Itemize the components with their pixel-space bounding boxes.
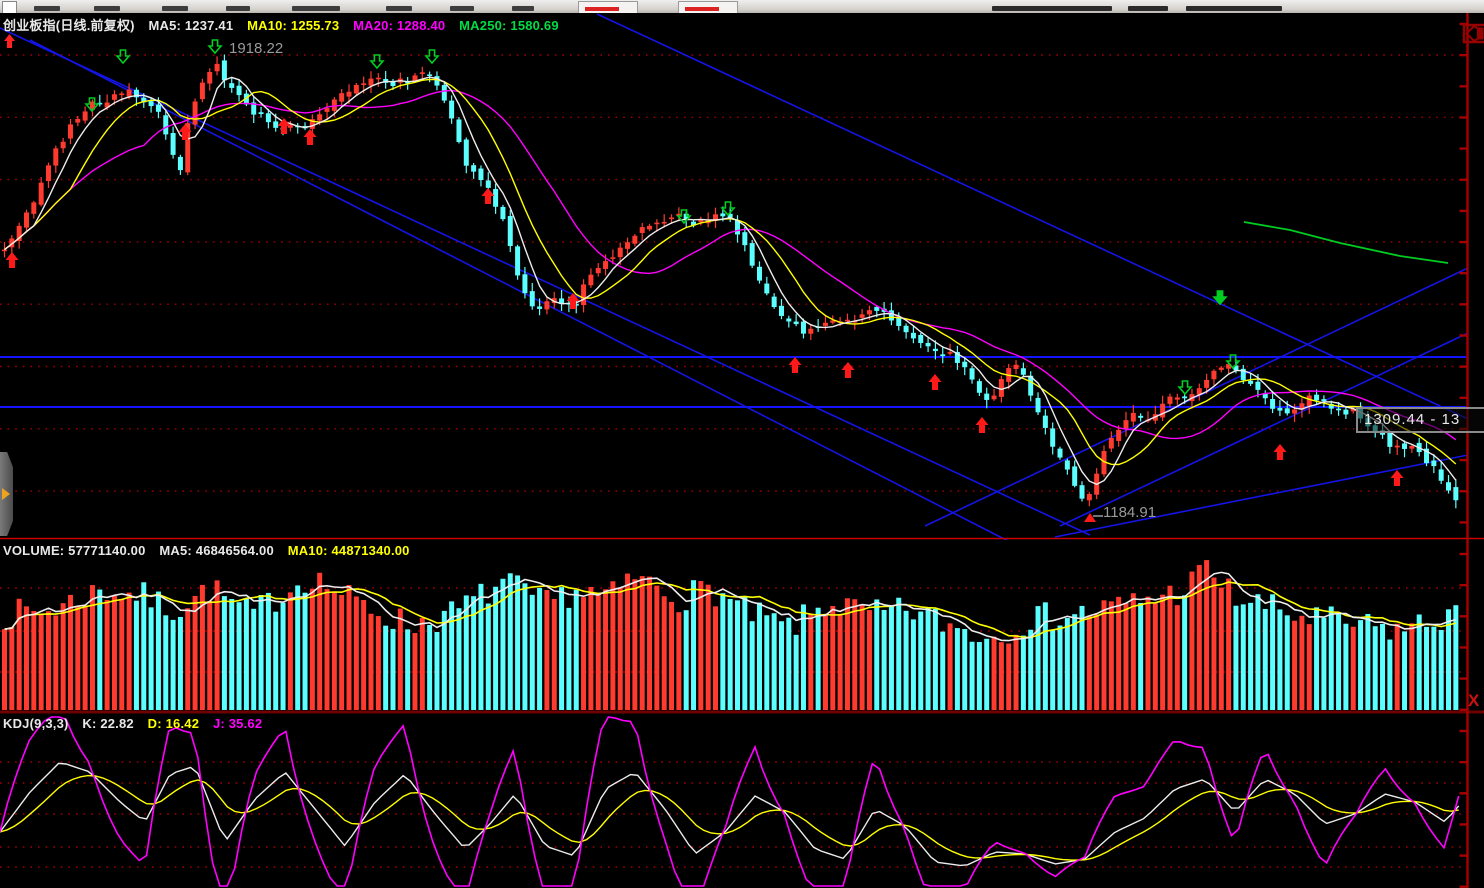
flyout-arrow-icon <box>2 488 10 500</box>
kdj-pane[interactable] <box>0 714 1484 888</box>
kdj-j-value: J: 35.62 <box>213 716 262 731</box>
kdj-d-value: D: 16.42 <box>148 716 199 731</box>
kdj-name: KDJ(9,3,3) <box>3 716 69 731</box>
volume-pane[interactable] <box>0 540 1484 714</box>
kdj-k-value: K: 22.82 <box>82 716 133 731</box>
menu-item-fragment[interactable] <box>992 6 1112 11</box>
main-price-pane[interactable] <box>0 13 1484 540</box>
menu-item-fragment[interactable] <box>450 6 474 11</box>
low-price-label: 1184.91 <box>1103 504 1156 521</box>
kdj-pane-header: KDJ(9,3,3) K: 22.82 D: 16.42 J: 35.62 <box>3 716 272 731</box>
high-price-label: 1918.22 <box>229 40 283 57</box>
price-pane-header: 创业板指(日线.前复权) MA5: 1237.41 MA10: 1255.73 … <box>3 15 569 34</box>
chart-area: 创业板指(日线.前复权) MA5: 1237.41 MA10: 1255.73 … <box>0 13 1484 888</box>
trading-app-window: 创业板指(日线.前复权) MA5: 1237.41 MA10: 1255.73 … <box>0 0 1484 888</box>
volume-ma10-value: MA10: 44871340.00 <box>288 543 410 558</box>
menu-item-fragment[interactable] <box>1128 6 1168 11</box>
close-pane-icon[interactable]: X <box>1468 691 1479 711</box>
symbol-title: 创业板指(日线.前复权) <box>3 18 135 33</box>
menu-item-fragment[interactable] <box>94 6 120 11</box>
menu-item-fragment[interactable] <box>1186 6 1282 11</box>
ma20-value: MA20: 1288.40 <box>353 18 445 33</box>
up-arrow-icon <box>3 34 16 49</box>
ma250-value: MA250: 1580.69 <box>459 18 559 33</box>
sidebar-flyout-handle[interactable] <box>0 452 13 536</box>
menu-bar[interactable] <box>0 0 1484 14</box>
menu-item-fragment[interactable] <box>386 6 412 11</box>
menu-item-fragment[interactable] <box>226 6 250 11</box>
volume-value: VOLUME: 57771140.00 <box>3 543 146 558</box>
price-range-tooltip: 1309.44 - 13 <box>1356 407 1484 433</box>
ma5-value: MA5: 1237.41 <box>148 18 233 33</box>
volume-ma5-value: MA5: 46846564.00 <box>159 543 274 558</box>
menu-item-fragment[interactable] <box>34 6 60 11</box>
volume-pane-header: VOLUME: 57771140.00 MA5: 46846564.00 MA1… <box>3 543 420 558</box>
ma10-value: MA10: 1255.73 <box>247 18 339 33</box>
split-window-icon[interactable] <box>1462 21 1484 45</box>
menu-item-fragment[interactable] <box>162 6 188 11</box>
menu-item-fragment[interactable] <box>512 6 534 11</box>
menu-item-fragment[interactable] <box>292 6 340 11</box>
